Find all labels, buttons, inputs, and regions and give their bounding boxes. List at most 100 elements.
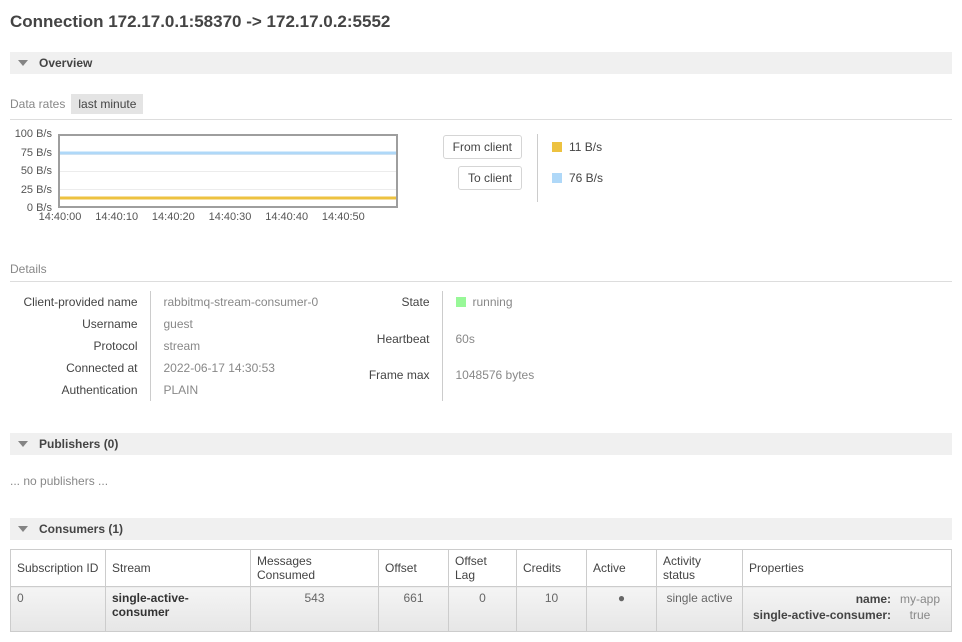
divider bbox=[10, 281, 952, 282]
detail-row: Frame max 1048576 bytes bbox=[362, 364, 534, 401]
detail-label: Protocol bbox=[10, 335, 150, 357]
to-client-button[interactable]: To client bbox=[458, 166, 522, 190]
from-client-button[interactable]: From client bbox=[443, 135, 522, 159]
detail-label: Frame max bbox=[362, 364, 442, 401]
detail-row: State running bbox=[362, 291, 534, 328]
consumers-table-header-row: Subscription ID Stream Messages Consumed… bbox=[11, 550, 952, 587]
cell-subscription-id: 0 bbox=[11, 587, 106, 632]
section-publishers[interactable]: Publishers (0) bbox=[10, 433, 952, 455]
detail-label: Client-provided name bbox=[10, 291, 150, 313]
cell-messages-consumed: 543 bbox=[251, 587, 379, 632]
collapse-arrow-icon bbox=[18, 441, 28, 447]
properties-list: name: my-app single-active-consumer: tru… bbox=[749, 591, 945, 623]
from-client-swatch-icon bbox=[552, 142, 562, 152]
detail-value: 1048576 bytes bbox=[442, 364, 534, 401]
x-tick-label: 14:40:00 bbox=[39, 211, 82, 223]
x-tick-label: 14:40:10 bbox=[95, 211, 138, 223]
cell-offset: 661 bbox=[379, 587, 449, 632]
series-line-to-client bbox=[60, 151, 396, 154]
chart-plot-area bbox=[58, 134, 398, 208]
cell-active: ● bbox=[587, 587, 657, 632]
gridline bbox=[60, 189, 396, 190]
detail-label: Connected at bbox=[10, 357, 150, 379]
col-credits: Credits bbox=[517, 550, 587, 587]
consumer-row: 0 single-active-consumer 543 661 0 10 ● … bbox=[11, 587, 952, 632]
x-tick-label: 14:40:20 bbox=[152, 211, 195, 223]
detail-row: Username guest bbox=[10, 313, 362, 335]
data-rates-label: Data rates bbox=[10, 97, 65, 111]
cell-credits: 10 bbox=[517, 587, 587, 632]
cell-stream: single-active-consumer bbox=[106, 587, 251, 632]
detail-label: State bbox=[362, 291, 442, 328]
data-rates-chart-area: 100 B/s75 B/s50 B/s25 B/s0 B/s 14:40:001… bbox=[10, 134, 952, 226]
details-right-table: State running Heartbeat 60s Frame max 10… bbox=[362, 291, 534, 401]
section-overview[interactable]: Overview bbox=[10, 52, 952, 74]
col-properties: Properties bbox=[743, 550, 952, 587]
series-line-from-client bbox=[60, 197, 396, 200]
state-value: running bbox=[473, 295, 513, 309]
cell-offset-lag: 0 bbox=[449, 587, 517, 632]
property-row: single-active-consumer: true bbox=[749, 607, 945, 623]
col-subscription-id: Subscription ID bbox=[11, 550, 106, 587]
col-offset-lag: Offset Lag bbox=[449, 550, 517, 587]
detail-value: 60s bbox=[442, 328, 534, 365]
details-grid: Client-provided name rabbitmq-stream-con… bbox=[10, 291, 952, 401]
collapse-arrow-icon bbox=[18, 526, 28, 532]
detail-row: Authentication PLAIN bbox=[10, 379, 362, 401]
property-key: name: bbox=[749, 591, 895, 607]
y-tick-label: 25 B/s bbox=[21, 184, 52, 196]
details-heading: Details bbox=[10, 262, 952, 276]
chart-legend: From client 11 B/s To client 76 B/s bbox=[442, 134, 603, 226]
detail-label: Heartbeat bbox=[362, 328, 442, 365]
detail-value: running bbox=[442, 291, 534, 328]
y-tick-label: 100 B/s bbox=[15, 128, 52, 140]
detail-row: Connected at 2022-06-17 14:30:53 bbox=[10, 357, 362, 379]
cell-properties: name: my-app single-active-consumer: tru… bbox=[743, 587, 952, 632]
chart-x-axis: 14:40:0014:40:1014:40:2014:40:3014:40:40… bbox=[60, 208, 400, 226]
detail-row: Protocol stream bbox=[10, 335, 362, 357]
col-activity-status: Activity status bbox=[657, 550, 743, 587]
detail-row: Heartbeat 60s bbox=[362, 328, 534, 365]
from-client-rate: 11 B/s bbox=[569, 140, 602, 154]
rate-mode-tab[interactable]: last minute bbox=[71, 94, 143, 114]
gridline bbox=[60, 171, 396, 172]
no-publishers-note: ... no publishers ... bbox=[10, 474, 952, 488]
to-client-swatch-icon bbox=[552, 173, 562, 183]
chart-y-axis: 100 B/s75 B/s50 B/s25 B/s0 B/s bbox=[10, 134, 58, 208]
detail-label: Username bbox=[10, 313, 150, 335]
detail-label: Authentication bbox=[10, 379, 150, 401]
detail-row: Client-provided name rabbitmq-stream-con… bbox=[10, 291, 362, 313]
col-offset: Offset bbox=[379, 550, 449, 587]
section-consumers[interactable]: Consumers (1) bbox=[10, 518, 952, 540]
page-title: Connection 172.17.0.1:58370 -> 172.17.0.… bbox=[10, 12, 952, 32]
detail-value: guest bbox=[150, 313, 362, 335]
data-rates-chart: 100 B/s75 B/s50 B/s25 B/s0 B/s 14:40:001… bbox=[10, 134, 400, 226]
y-tick-label: 75 B/s bbox=[21, 147, 52, 159]
x-tick-label: 14:40:40 bbox=[265, 211, 308, 223]
consumers-table: Subscription ID Stream Messages Consumed… bbox=[10, 549, 952, 632]
detail-value: rabbitmq-stream-consumer-0 bbox=[150, 291, 362, 313]
col-messages-consumed: Messages Consumed bbox=[251, 550, 379, 587]
divider bbox=[10, 119, 952, 120]
detail-value: PLAIN bbox=[150, 379, 362, 401]
col-active: Active bbox=[587, 550, 657, 587]
property-key: single-active-consumer: bbox=[749, 607, 895, 623]
property-row: name: my-app bbox=[749, 591, 945, 607]
col-stream: Stream bbox=[106, 550, 251, 587]
details-left-table: Client-provided name rabbitmq-stream-con… bbox=[10, 291, 362, 401]
section-consumers-label: Consumers (1) bbox=[39, 522, 123, 536]
y-tick-label: 50 B/s bbox=[21, 165, 52, 177]
detail-value: stream bbox=[150, 335, 362, 357]
legend-row-from-client: From client 11 B/s bbox=[442, 135, 603, 159]
to-client-rate: 76 B/s bbox=[569, 171, 603, 185]
section-publishers-label: Publishers (0) bbox=[39, 437, 118, 451]
legend-divider bbox=[537, 134, 538, 202]
collapse-arrow-icon bbox=[18, 60, 28, 66]
state-running-swatch-icon bbox=[456, 297, 466, 307]
x-tick-label: 14:40:30 bbox=[209, 211, 252, 223]
property-value: true bbox=[895, 607, 945, 623]
data-rates-row: Data rates last minute bbox=[10, 94, 952, 114]
x-tick-label: 14:40:50 bbox=[322, 211, 365, 223]
cell-activity-status: single active bbox=[657, 587, 743, 632]
property-value: my-app bbox=[895, 591, 945, 607]
